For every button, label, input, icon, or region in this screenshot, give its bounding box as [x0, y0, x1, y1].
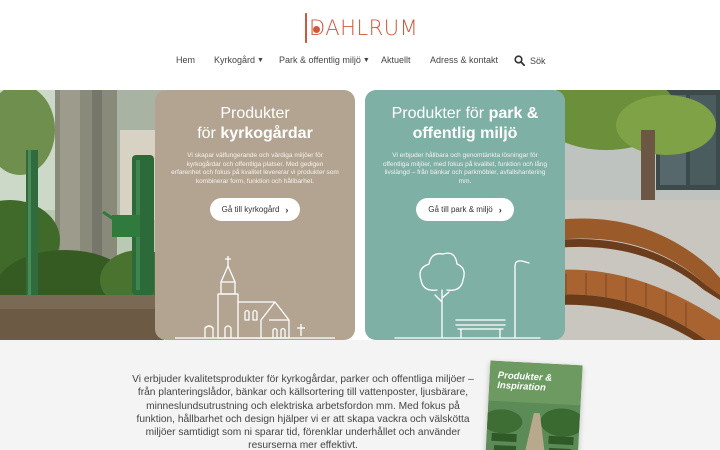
nav-item-aktuellt[interactable]: Aktuellt — [381, 55, 411, 65]
card-kyrkogard: Produkter för kyrkogårdar Vi skapar välf… — [155, 90, 355, 340]
brochure-image[interactable]: Produkter & Inspiration — [485, 360, 583, 450]
logo-mark-icon — [305, 13, 320, 43]
search-icon — [514, 55, 525, 66]
card-park-title: Produkter för park & offentlig miljö — [365, 104, 565, 144]
nav-item-kontakt[interactable]: Adress & kontakt — [430, 55, 498, 65]
hero-section: Produkter för kyrkogårdar Vi skapar välf… — [0, 90, 720, 340]
goto-park-button[interactable]: Gå till park & miljö › — [416, 198, 514, 221]
goto-kyrkogard-button[interactable]: Gå till kyrkogård › — [209, 198, 301, 221]
button-label: Gå till kyrkogård — [221, 205, 280, 214]
nav-label: Aktuellt — [381, 55, 411, 65]
cemetery-photo — [0, 90, 164, 340]
main-nav: Hem Kyrkogård ▼ Park & offentlig miljö ▼ A… — [0, 55, 720, 71]
intro-text: Vi erbjuder kvalitetsprodukter för kyrko… — [132, 374, 474, 450]
park-illustration — [394, 252, 541, 339]
nav-label: Hem — [176, 55, 196, 65]
intro-section: Vi erbjuder kvalitetsprodukter för kyrko… — [0, 340, 720, 450]
search-label: Sök — [530, 55, 546, 66]
card-park-description: Vi erbjuder hållbara och genomtänkta lös… — [382, 152, 548, 185]
dahlrum-logo[interactable]: DAHLRUM — [305, 12, 419, 44]
card-title-bold: park & — [488, 105, 539, 122]
chevron-right-icon: › — [498, 204, 502, 215]
chevron-right-icon: › — [285, 204, 289, 215]
nav-label: Park & offentlig miljö — [279, 55, 361, 65]
card-kyrkogard-description: Vi skapar välfungerande och värdiga milj… — [171, 152, 339, 185]
park-bench-photo — [556, 90, 720, 340]
nav-label: Kyrkogård — [214, 55, 256, 65]
button-label: Gå till park & miljö — [428, 205, 493, 214]
nav-item-kyrkogard[interactable]: Kyrkogård ▼ — [214, 55, 264, 65]
card-park: Produkter för park & offentlig miljö Vi … — [365, 90, 565, 340]
card-title-bold: kyrkogårdar — [220, 125, 313, 142]
nav-item-hem[interactable]: Hem — [176, 55, 195, 65]
card-title-prefix: för — [197, 125, 221, 142]
card-title-bold: offentlig miljö — [412, 125, 518, 142]
chevron-down-icon: ▼ — [362, 56, 370, 64]
chevron-down-icon: ▼ — [257, 56, 264, 64]
nav-label: Adress & kontakt — [430, 55, 499, 65]
card-kyrkogard-title: Produkter för kyrkogårdar — [155, 104, 355, 144]
nav-item-park[interactable]: Park & offentlig miljö ▼ — [279, 55, 370, 65]
logo-text: DAHLRUM — [309, 16, 419, 40]
search-button[interactable]: Sök — [514, 55, 546, 66]
card-title-line1: Produkter — [220, 105, 290, 122]
card-title-prefix: Produkter för — [391, 105, 489, 122]
church-illustration — [175, 256, 335, 339]
